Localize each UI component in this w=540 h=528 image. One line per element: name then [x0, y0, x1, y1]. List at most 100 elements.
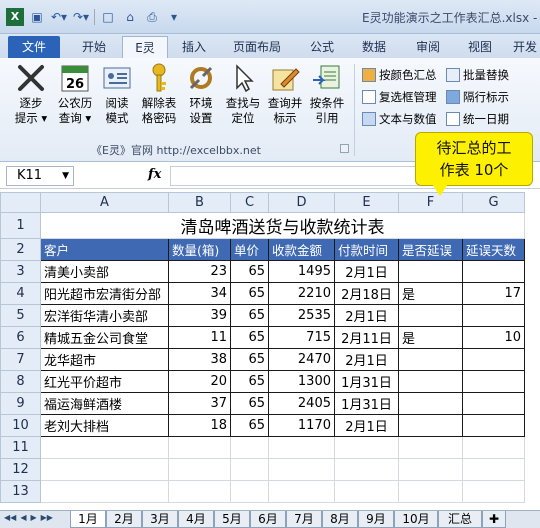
row-header[interactable]: 6 — [0, 326, 41, 349]
cell[interactable] — [462, 348, 525, 371]
cell[interactable]: 1300 — [268, 370, 335, 393]
column-header[interactable]: B — [168, 192, 231, 213]
cell[interactable] — [40, 458, 169, 481]
column-header[interactable]: F — [398, 192, 463, 213]
query-mark-button[interactable]: 查询并 标示 — [268, 62, 302, 126]
new-file-icon[interactable]: □ — [99, 8, 117, 26]
header-cell[interactable]: 是否延误 — [398, 238, 463, 261]
cell[interactable] — [398, 348, 463, 371]
cell[interactable]: 2月1日 — [334, 348, 399, 371]
cell[interactable]: 23 — [168, 260, 231, 283]
cell[interactable]: 2月11日 — [334, 326, 399, 349]
cell[interactable] — [462, 480, 525, 503]
remove-password-button[interactable]: 解除表 格密码 — [142, 62, 176, 126]
cell[interactable]: 1月31日 — [334, 392, 399, 415]
cell[interactable]: 2月18日 — [334, 282, 399, 305]
cell[interactable]: 11 — [168, 326, 231, 349]
select-all-corner[interactable] — [0, 192, 41, 213]
prev-sheet-icon[interactable]: ◀ — [20, 513, 26, 522]
cell[interactable] — [268, 480, 335, 503]
cell[interactable]: 65 — [230, 326, 269, 349]
cell[interactable]: 老刘大排档 — [40, 414, 169, 437]
cell[interactable] — [168, 436, 231, 459]
unify-date-button[interactable]: 统一日期 — [446, 108, 509, 130]
cell[interactable] — [230, 458, 269, 481]
tab-eling[interactable]: E灵 — [122, 36, 168, 58]
header-cell[interactable]: 付款时间 — [334, 238, 399, 261]
cell[interactable]: 65 — [230, 370, 269, 393]
cell[interactable]: 1月31日 — [334, 370, 399, 393]
step-hint-button[interactable]: 逐步 提示 ▾ — [14, 62, 48, 126]
header-cell[interactable]: 延误天数 — [462, 238, 525, 261]
cell[interactable]: 37 — [168, 392, 231, 415]
column-header[interactable]: E — [334, 192, 399, 213]
sheet-tab[interactable]: 5月 — [214, 511, 250, 528]
sheet-title[interactable]: 清岛啤酒送货与收款统计表 — [40, 212, 525, 239]
cell[interactable] — [462, 304, 525, 327]
cell[interactable] — [398, 304, 463, 327]
alternate-row-button[interactable]: 隔行标示 — [446, 86, 509, 108]
cell[interactable] — [40, 480, 169, 503]
cell[interactable] — [462, 370, 525, 393]
cell[interactable]: 18 — [168, 414, 231, 437]
name-box[interactable]: K11 ▼ — [6, 166, 74, 186]
cell[interactable]: 红光平价超市 — [40, 370, 169, 393]
find-locate-button[interactable]: 查找与 定位 — [226, 62, 260, 126]
cell[interactable]: 宏洋街华清小卖部 — [40, 304, 169, 327]
cell[interactable]: 清美小卖部 — [40, 260, 169, 283]
cell[interactable]: 65 — [230, 304, 269, 327]
cell[interactable] — [462, 458, 525, 481]
cell[interactable]: 65 — [230, 282, 269, 305]
cell[interactable]: 2470 — [268, 348, 335, 371]
cell[interactable] — [462, 436, 525, 459]
row-header[interactable]: 11 — [0, 436, 41, 459]
sheet-tab[interactable]: 3月 — [142, 511, 178, 528]
cell[interactable] — [398, 480, 463, 503]
cell[interactable] — [334, 480, 399, 503]
cell[interactable] — [398, 458, 463, 481]
cell[interactable] — [268, 436, 335, 459]
sheet-tab[interactable]: 7月 — [286, 511, 322, 528]
tab-view[interactable]: 视图 — [458, 36, 502, 58]
conditional-reference-button[interactable]: 按条件 引用 — [310, 62, 344, 126]
cell[interactable]: 2月1日 — [334, 414, 399, 437]
save-icon[interactable]: ▣ — [28, 8, 46, 26]
cell[interactable] — [168, 480, 231, 503]
insert-sheet-icon[interactable]: ✚ — [482, 511, 506, 528]
cell[interactable]: 34 — [168, 282, 231, 305]
cell[interactable] — [398, 392, 463, 415]
text-number-button[interactable]: 文本与数值 — [362, 108, 437, 130]
row-header[interactable]: 5 — [0, 304, 41, 327]
tab-data[interactable]: 数据 — [352, 36, 396, 58]
tab-file[interactable]: 文件 — [8, 36, 60, 58]
cell[interactable]: 1495 — [268, 260, 335, 283]
redo-icon[interactable]: ↷▾ — [72, 8, 90, 26]
row-header[interactable]: 10 — [0, 414, 41, 437]
reading-mode-button[interactable]: 阅读 模式 — [100, 62, 134, 126]
cell[interactable]: 65 — [230, 392, 269, 415]
customize-toolbar-icon[interactable]: ▾ — [165, 8, 183, 26]
cell[interactable]: 38 — [168, 348, 231, 371]
row-header[interactable]: 4 — [0, 282, 41, 305]
header-cell[interactable]: 单价 — [230, 238, 269, 261]
row-header[interactable]: 8 — [0, 370, 41, 393]
last-sheet-icon[interactable]: ▶▶ — [41, 513, 53, 522]
cell[interactable] — [462, 392, 525, 415]
tab-page-layout[interactable]: 页面布局 — [226, 36, 288, 58]
column-header[interactable]: C — [230, 192, 269, 213]
tab-developer[interactable]: 开发 — [510, 36, 540, 58]
row-header[interactable]: 1 — [0, 212, 41, 239]
cell[interactable] — [40, 436, 169, 459]
cell[interactable] — [398, 260, 463, 283]
row-header[interactable]: 9 — [0, 392, 41, 415]
batch-replace-button[interactable]: 批量替换 — [446, 64, 509, 86]
cell[interactable]: 2月1日 — [334, 260, 399, 283]
cell[interactable]: 2210 — [268, 282, 335, 305]
column-header[interactable]: D — [268, 192, 335, 213]
cell[interactable] — [230, 480, 269, 503]
open-folder-icon[interactable]: ⌂ — [121, 8, 139, 26]
cell[interactable] — [462, 414, 525, 437]
tab-home[interactable]: 开始 — [70, 36, 118, 58]
cell[interactable]: 阳光超市宏清街分部 — [40, 282, 169, 305]
cell[interactable]: 65 — [230, 348, 269, 371]
